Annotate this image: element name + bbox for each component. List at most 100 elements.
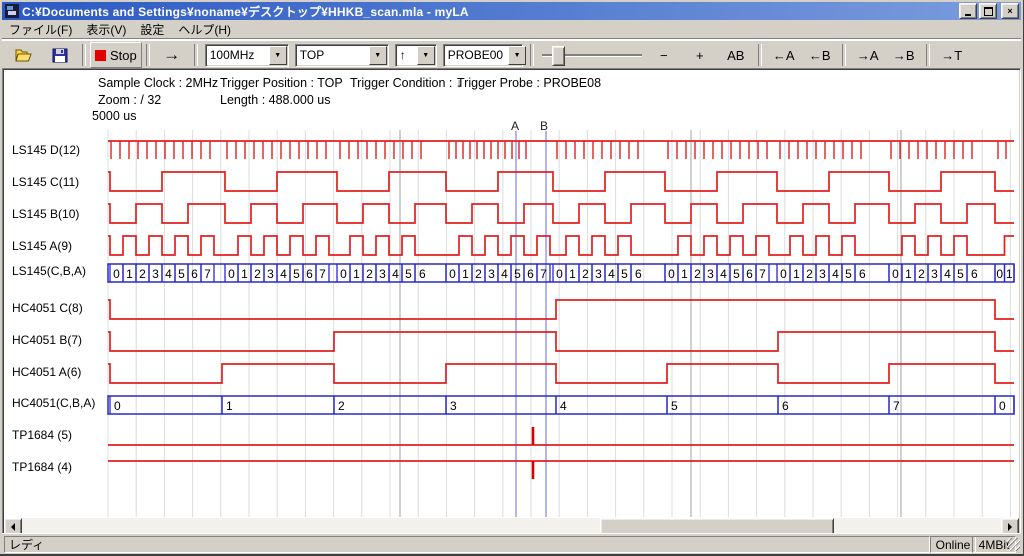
bus-cell-value: 7 bbox=[759, 267, 766, 281]
bus-cell-value: 5 bbox=[845, 267, 852, 281]
zoom-info: Zoom : / 32 bbox=[98, 93, 161, 107]
bus-cell-value: 4 bbox=[392, 267, 399, 281]
bus-cell-value: 5 bbox=[957, 267, 964, 281]
bus-cell-value: 7 bbox=[319, 267, 326, 281]
bus-cell-value: 1 bbox=[681, 267, 688, 281]
channel-label-0: LS145 D(12) bbox=[12, 143, 80, 157]
bus-cell-value: 5 bbox=[621, 267, 628, 281]
scroll-right-icon bbox=[1008, 523, 1016, 531]
bus-cell-value: 4 bbox=[832, 267, 839, 281]
marker-b-label[interactable]: B bbox=[540, 119, 548, 133]
sample-clock-info: Sample Clock : 2MHz bbox=[98, 76, 218, 90]
bus-cell-value: 4 bbox=[501, 267, 508, 281]
length-info: Length : 488.000 us bbox=[220, 93, 331, 107]
bus-cell-value: 5 bbox=[293, 267, 300, 281]
trace-6 bbox=[108, 332, 1014, 351]
channel-label-1: LS145 C(11) bbox=[12, 175, 79, 189]
resize-grip[interactable] bbox=[1007, 538, 1020, 551]
marker-a-label[interactable]: A bbox=[511, 119, 519, 133]
bus-cell-value: 7 bbox=[893, 399, 900, 413]
bus-cell-value: 2 bbox=[694, 267, 701, 281]
bus-cell-value: 3 bbox=[267, 267, 274, 281]
bus-cell-value: 3 bbox=[819, 267, 826, 281]
bus-cell-value: 6 bbox=[859, 267, 866, 281]
bus-cell-value: 0 bbox=[449, 267, 456, 281]
bus-cell-value: 3 bbox=[595, 267, 602, 281]
bus-cell-value: 5 bbox=[178, 267, 185, 281]
bus-cell-value: 2 bbox=[254, 267, 261, 281]
channel-label-5: HC4051 C(8) bbox=[12, 301, 83, 315]
bus-cell-value: 2 bbox=[338, 399, 345, 413]
bus-cell-value: 2 bbox=[918, 267, 925, 281]
bus-cell-value: 1 bbox=[126, 267, 133, 281]
bus-cell-value: 6 bbox=[746, 267, 753, 281]
bus-cell-value: 1 bbox=[1006, 267, 1013, 281]
channel-label-2: LS145 B(10) bbox=[12, 207, 79, 221]
horizontal-scrollbar[interactable] bbox=[4, 518, 1019, 534]
bus-cell-value: 1 bbox=[793, 267, 800, 281]
trace-3 bbox=[108, 236, 1014, 255]
bus-cell-value: 3 bbox=[707, 267, 714, 281]
channel-label-7: HC4051 A(6) bbox=[12, 365, 81, 379]
bus-cell-value: 2 bbox=[582, 267, 589, 281]
bus-cell-value: 4 bbox=[165, 267, 172, 281]
bus-cell-value: 6 bbox=[782, 399, 789, 413]
bus-cell-value: 2 bbox=[475, 267, 482, 281]
online-status: Online bbox=[930, 536, 976, 553]
trigger-position-info: Trigger Position : TOP bbox=[220, 76, 343, 90]
bus-cell-value: 1 bbox=[241, 267, 248, 281]
timebase-label: 5000 us bbox=[92, 109, 136, 123]
bus-cell-value: 5 bbox=[733, 267, 740, 281]
bus-cell-value: 2 bbox=[366, 267, 373, 281]
bus-cell-value: 0 bbox=[780, 267, 787, 281]
bus-cell-value: 0 bbox=[996, 267, 1003, 281]
bus-cell-value: 4 bbox=[720, 267, 727, 281]
bus-cell-value: 4 bbox=[560, 399, 567, 413]
channel-label-3: LS145 A(9) bbox=[12, 239, 72, 253]
bus-cell-value: 7 bbox=[540, 267, 547, 281]
bus-cell-value: 5 bbox=[514, 267, 521, 281]
trigger-condition-info: Trigger Condition : ↓ bbox=[350, 76, 462, 90]
bus-cell-value: 1 bbox=[353, 267, 360, 281]
channel-label-6: HC4051 B(7) bbox=[12, 333, 82, 347]
channel-label-4: LS145(C,B,A) bbox=[12, 264, 86, 278]
channel-label-8: HC4051(C,B,A) bbox=[12, 396, 95, 410]
trigger-probe-info: Trigger Probe : PROBE08 bbox=[457, 76, 601, 90]
bus-cell-value: 0 bbox=[114, 399, 121, 413]
bus-cell-value: 0 bbox=[999, 399, 1006, 413]
bus-cell-value: 0 bbox=[228, 267, 235, 281]
bus-cell-value: 0 bbox=[113, 267, 120, 281]
status-message: レディ bbox=[4, 536, 930, 553]
bus-cell-value: 1 bbox=[569, 267, 576, 281]
bus-cell-value: 6 bbox=[527, 267, 534, 281]
bus-cell-value: 0 bbox=[556, 267, 563, 281]
bus-cell-value: 3 bbox=[152, 267, 159, 281]
status-bar: レディ Online 4MBit bbox=[2, 533, 1021, 552]
bus-cell-value: 6 bbox=[635, 267, 642, 281]
trace-2 bbox=[108, 204, 1014, 223]
bus-cell-value: 1 bbox=[226, 399, 233, 413]
bus-cell-value: 0 bbox=[340, 267, 347, 281]
bus-cell-value: 4 bbox=[608, 267, 615, 281]
bus-cell-value: 5 bbox=[671, 399, 678, 413]
bus-cell-value: 2 bbox=[806, 267, 813, 281]
bus-cell-value: 4 bbox=[280, 267, 287, 281]
bus-cell-value: 6 bbox=[306, 267, 313, 281]
bus-cell-value: 4 bbox=[944, 267, 951, 281]
bus-cell-value: 7 bbox=[204, 267, 211, 281]
trace-1 bbox=[108, 172, 1014, 191]
trace-5 bbox=[108, 300, 1014, 319]
scroll-left-icon bbox=[7, 523, 15, 531]
bus-cell-value: 0 bbox=[668, 267, 675, 281]
trace-7 bbox=[108, 364, 1014, 383]
bus-cell-value: 3 bbox=[488, 267, 495, 281]
channel-label-10: TP1684 (4) bbox=[12, 460, 72, 474]
bus-cell-value: 3 bbox=[450, 399, 457, 413]
bus-cell-value: 1 bbox=[462, 267, 469, 281]
bus-cell-value: 3 bbox=[379, 267, 386, 281]
bus-cell-value: 6 bbox=[419, 267, 426, 281]
channel-label-9: TP1684 (5) bbox=[12, 428, 72, 442]
bus-cell-value: 2 bbox=[139, 267, 146, 281]
bus-cell-value: 6 bbox=[971, 267, 978, 281]
bus-cell-value: 6 bbox=[191, 267, 198, 281]
